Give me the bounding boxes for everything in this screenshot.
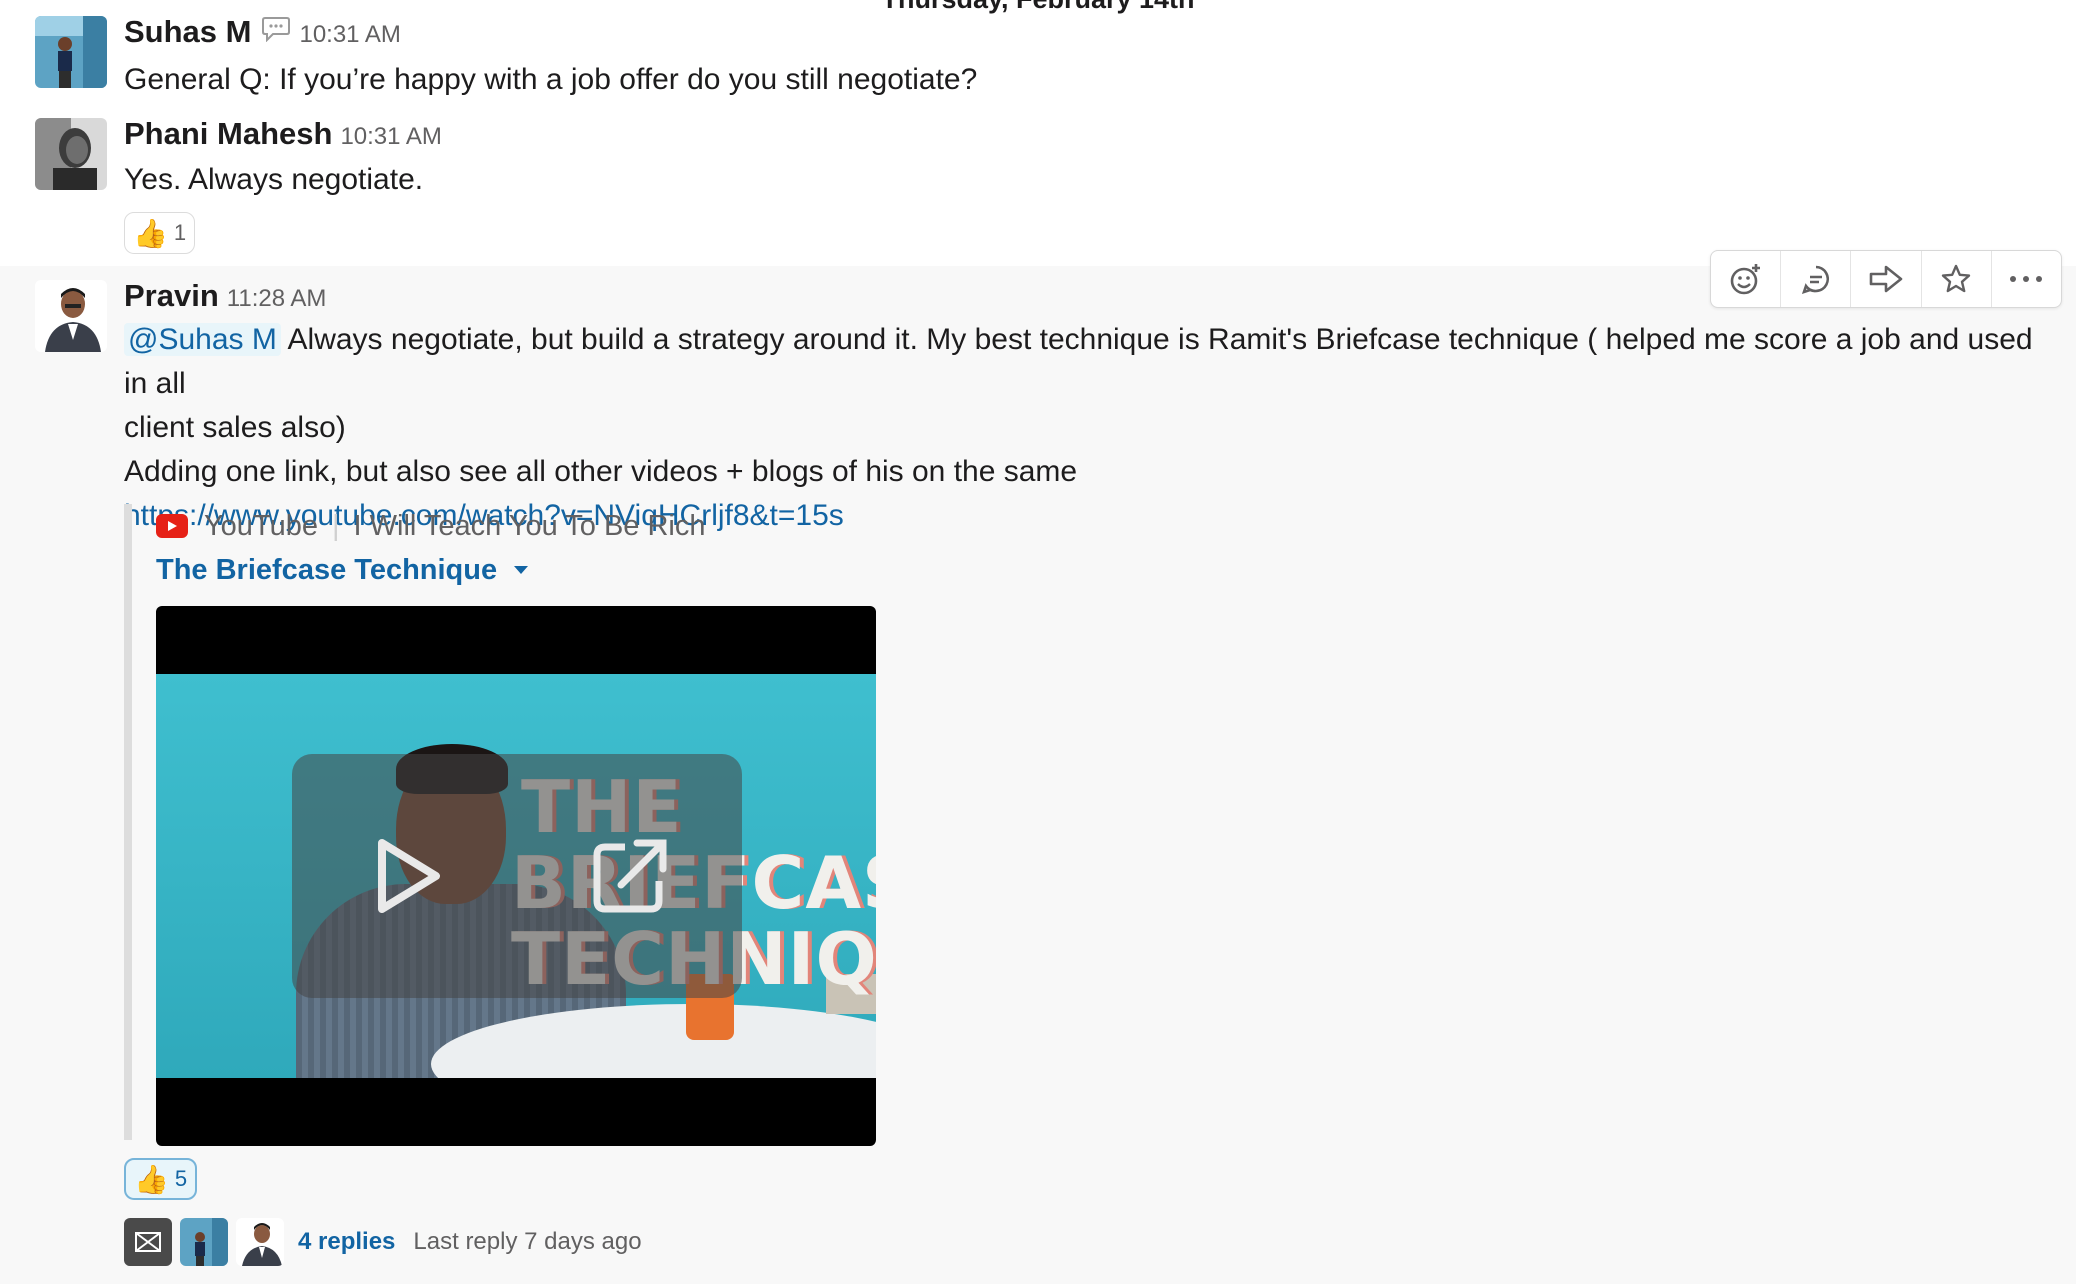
thread-replies-bar[interactable]: 4 replies Last reply 7 days ago xyxy=(124,1218,642,1266)
reaction-thumbs-up[interactable]: 👍 5 xyxy=(124,1158,198,1200)
avatar-reply-bot[interactable] xyxy=(124,1218,172,1266)
unfurl-title-link[interactable]: The Briefcase Technique xyxy=(156,554,497,587)
message-line-3: Adding one link, but also see all other … xyxy=(124,455,1078,488)
more-actions-button[interactable] xyxy=(1992,251,2061,307)
unfurl-channel-name: I Will Teach You To Be Rich xyxy=(353,509,706,542)
video-player[interactable]: THE BRIEFCASE TECHNIQUE xyxy=(156,606,876,1146)
message-line-1: @Suhas M Always negotiate, but build a s… xyxy=(124,318,2064,406)
thread-last-reply: Last reply 7 days ago xyxy=(413,1228,642,1255)
message-timestamp[interactable]: 10:31 AM xyxy=(340,123,441,151)
message-text: Yes. Always negotiate. xyxy=(124,163,424,196)
video-controls-overlay xyxy=(292,754,742,998)
more-actions-icon xyxy=(2010,276,2043,282)
link-unfurl: YouTube | I Will Teach You To Be Rich Th… xyxy=(124,504,956,1146)
play-icon[interactable] xyxy=(360,831,450,921)
start-thread-button[interactable] xyxy=(1781,251,1852,307)
unfurl-service-name: YouTube xyxy=(204,509,318,542)
save-star-button[interactable] xyxy=(1922,251,1992,307)
user-mention[interactable]: @Suhas M xyxy=(124,323,281,356)
message-line-2: client sales also) xyxy=(124,411,346,444)
add-reaction-icon xyxy=(1730,264,1760,295)
star-icon xyxy=(1942,264,1971,293)
share-message-button[interactable] xyxy=(1851,251,1922,307)
message-timestamp[interactable]: 10:31 AM xyxy=(299,21,400,49)
avatar-phani[interactable] xyxy=(35,118,107,190)
author-name[interactable]: Phani Mahesh xyxy=(124,116,332,152)
unfurl-source-row: YouTube | I Will Teach You To Be Rich xyxy=(156,504,956,548)
avatar-reply-suhas[interactable] xyxy=(180,1218,228,1266)
message-text-segment: Always negotiate, but build a strategy a… xyxy=(124,323,2033,400)
message-text: General Q: If you’re happy with a job of… xyxy=(124,63,978,96)
mail-icon xyxy=(135,1232,161,1252)
caret-down-icon[interactable] xyxy=(513,565,529,575)
reaction-count: 1 xyxy=(173,220,187,245)
message-timestamp[interactable]: 11:28 AM xyxy=(227,285,327,313)
youtube-logo-icon xyxy=(156,514,188,538)
reaction-thumbs-up[interactable]: 👍 1 xyxy=(124,212,196,254)
avatar-pravin[interactable] xyxy=(35,280,107,352)
message-suhas[interactable]: Suhas M 10:31 AM General Q: If you’re ha… xyxy=(0,0,2076,96)
message-phani[interactable]: Phani Mahesh 10:31 AM Yes. Always negoti… xyxy=(0,100,2076,265)
message-actions-toolbar xyxy=(1710,250,2062,308)
share-message-icon xyxy=(1869,265,1903,293)
reaction-count: 5 xyxy=(174,1166,188,1191)
avatar-reply-pravin[interactable] xyxy=(236,1218,284,1266)
thumbs-up-emoji-icon: 👍 xyxy=(133,217,168,249)
thumbs-up-emoji-icon: 👍 xyxy=(134,1163,169,1195)
separator: | xyxy=(331,509,340,542)
avatar-suhas[interactable] xyxy=(35,16,107,88)
unfurl-title-row[interactable]: The Briefcase Technique xyxy=(156,548,956,592)
author-name[interactable]: Suhas M xyxy=(124,14,251,50)
start-thread-icon xyxy=(1801,265,1829,295)
thread-replies-link[interactable]: 4 replies xyxy=(298,1228,395,1256)
add-reaction-button[interactable] xyxy=(1711,251,1782,307)
thread-comment-icon xyxy=(261,14,291,47)
open-external-icon[interactable] xyxy=(585,831,675,921)
author-name[interactable]: Pravin xyxy=(124,278,219,314)
